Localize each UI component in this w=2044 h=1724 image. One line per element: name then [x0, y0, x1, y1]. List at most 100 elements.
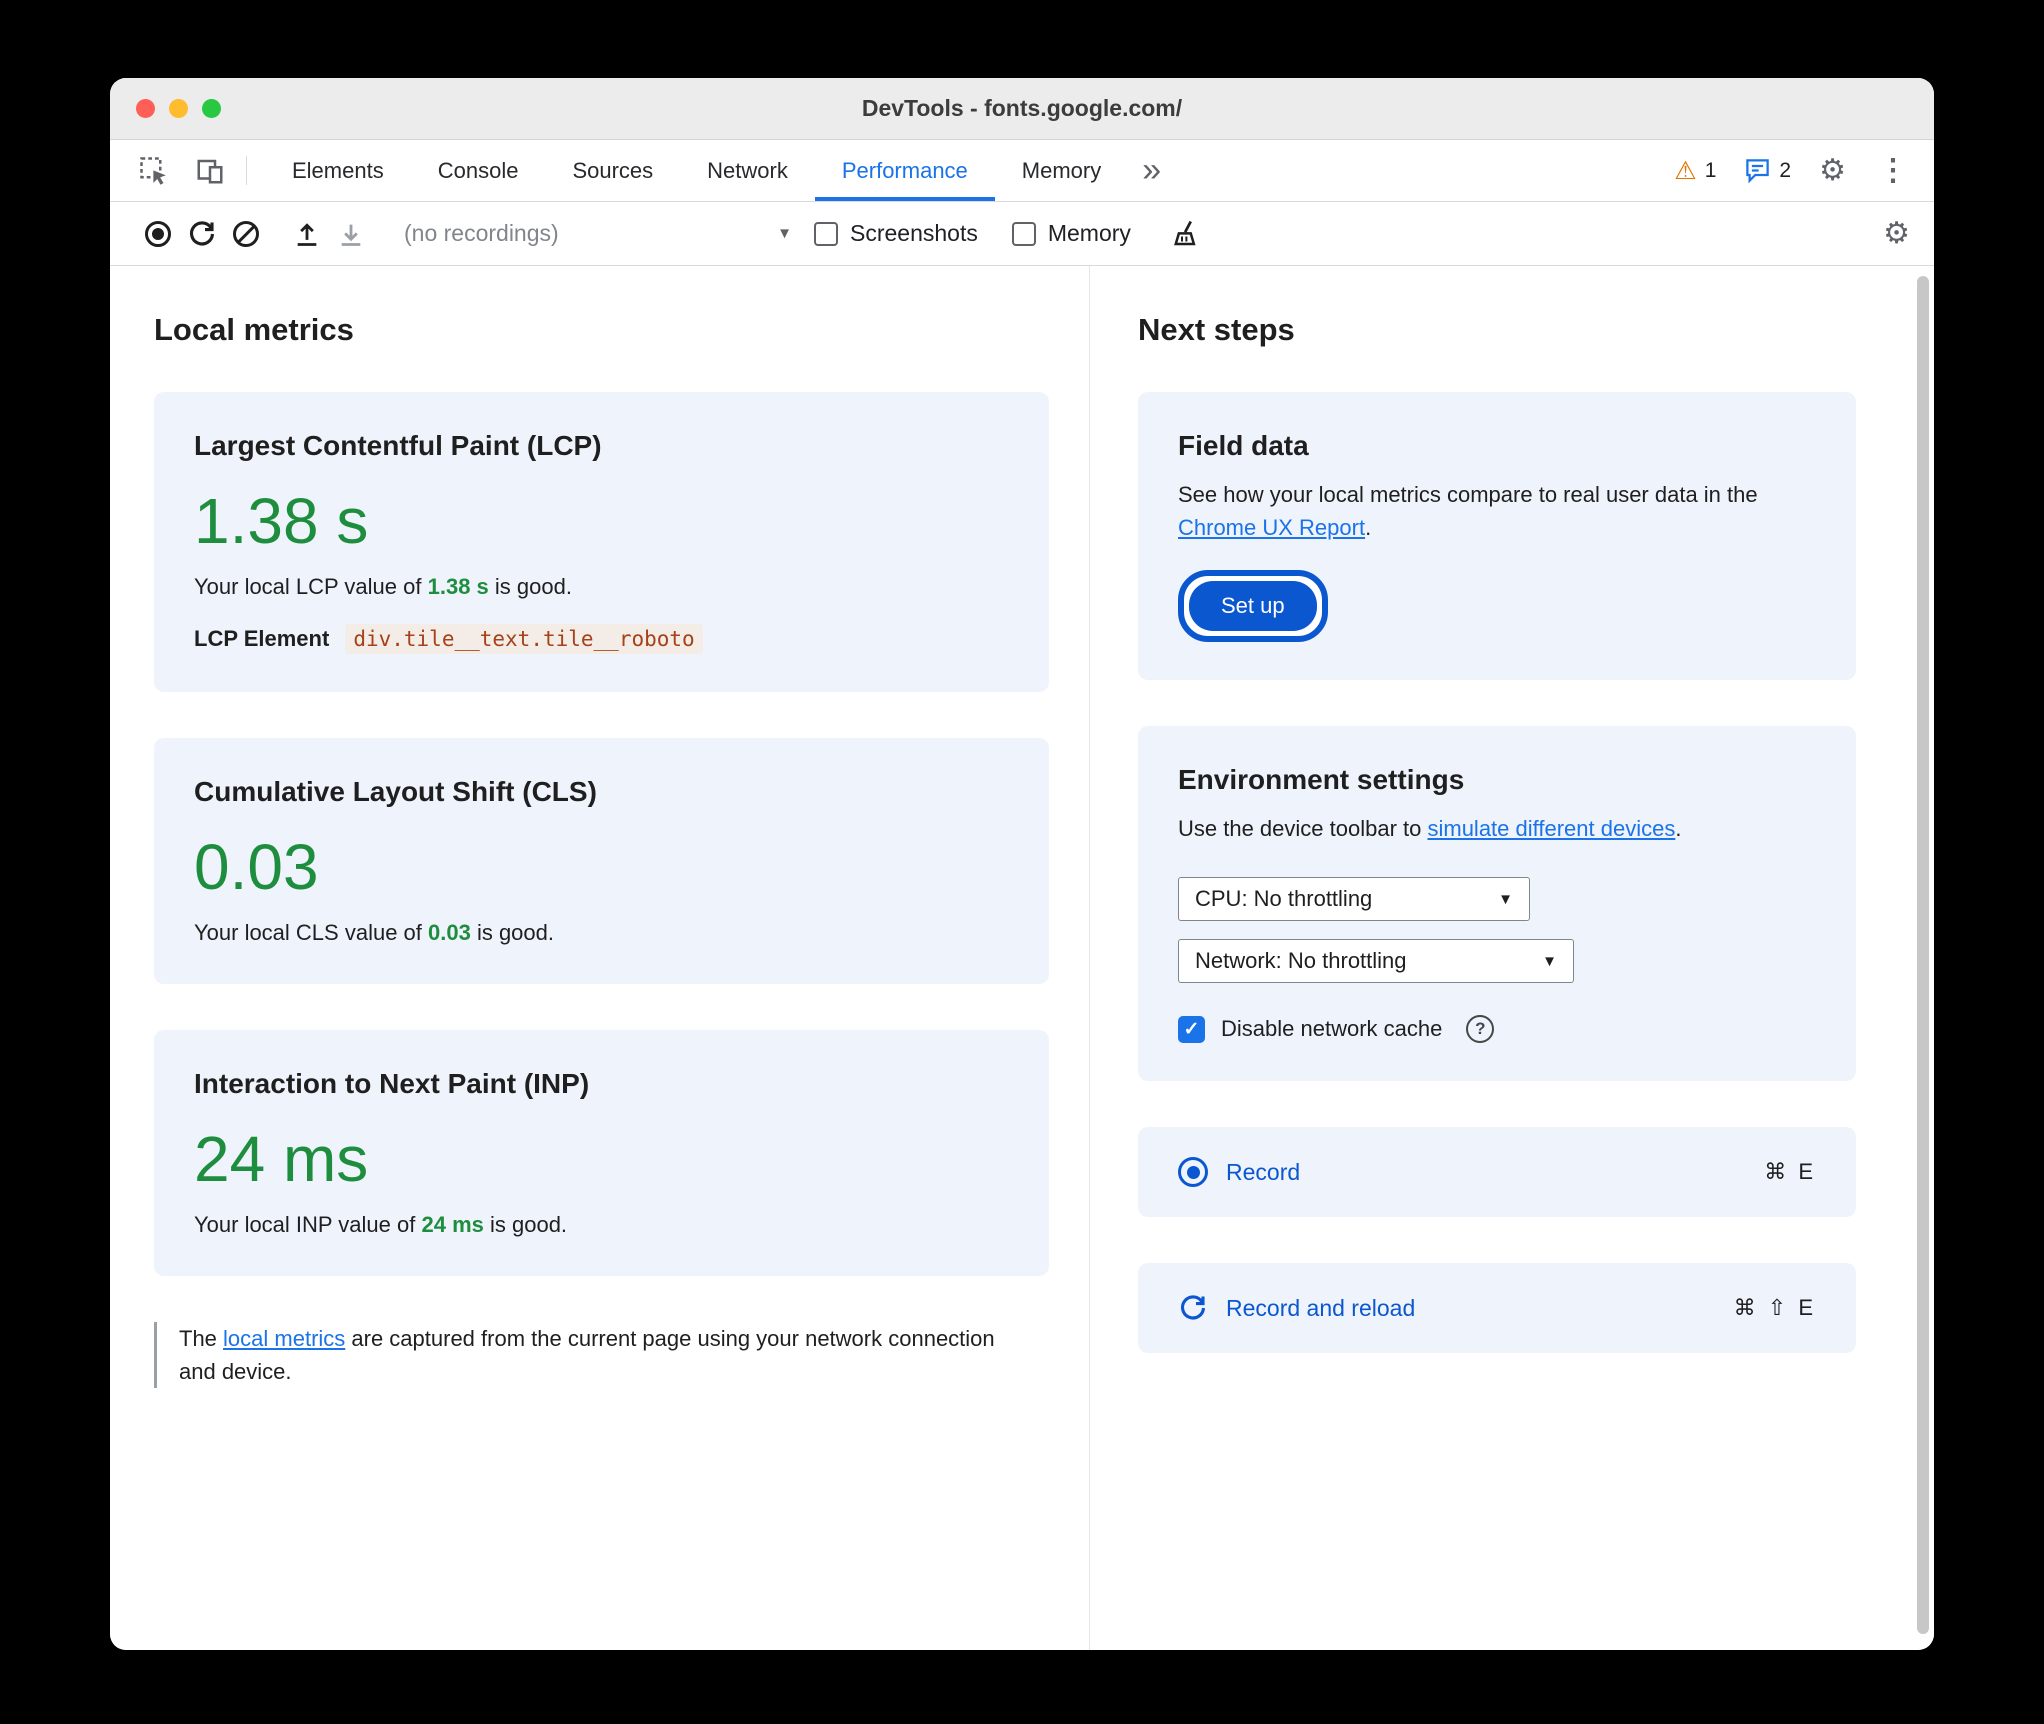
cpu-throttling-value: CPU: No throttling	[1195, 886, 1373, 911]
simulate-devices-link[interactable]: simulate different devices	[1427, 816, 1675, 841]
network-throttling-value: Network: No throttling	[1195, 948, 1407, 973]
recordings-dropdown-label: (no recordings)	[404, 220, 559, 246]
record-button[interactable]	[136, 212, 180, 256]
warning-count: 1	[1704, 158, 1717, 182]
local-metrics-pane: Local metrics Largest Contentful Paint (…	[110, 266, 1090, 1650]
inp-card: Interaction to Next Paint (INP) 24 ms Yo…	[154, 1030, 1049, 1276]
recordings-dropdown[interactable]: (no recordings) ▼	[404, 220, 792, 247]
record-radio-icon	[1178, 1157, 1208, 1187]
lcp-element-row: LCP Element div.tile__text.tile__roboto	[194, 624, 1009, 654]
memory-label: Memory	[1047, 220, 1131, 246]
inspect-cursor-icon	[140, 156, 166, 185]
lcp-element-selector[interactable]: div.tile__text.tile__roboto	[345, 624, 703, 654]
performance-panel-content: Local metrics Largest Contentful Paint (…	[110, 266, 1934, 1650]
close-window-button[interactable]	[136, 99, 155, 118]
record-and-reload-shortcut: ⌘ ⇧ E	[1733, 1295, 1816, 1320]
field-data-text: See how your local metrics compare to re…	[1178, 478, 1816, 544]
cls-desc-prefix: Your local CLS value of	[194, 920, 428, 945]
lcp-value: 1.38 s	[194, 485, 369, 557]
memory-checkbox-box[interactable]	[1011, 221, 1036, 246]
reload-blue-icon	[1178, 1293, 1208, 1323]
tab-memory[interactable]: Memory	[995, 140, 1128, 201]
tab-sources[interactable]: Sources	[545, 140, 680, 201]
screenshots-checkbox-box[interactable]	[814, 221, 838, 246]
record-shortcut: ⌘ E	[1764, 1159, 1816, 1184]
cpu-throttling-select[interactable]: CPU: No throttling ▼	[1178, 877, 1530, 921]
memory-checkbox[interactable]: Memory	[1011, 220, 1131, 247]
dropdown-arrow-icon: ▼	[777, 225, 792, 242]
divider	[246, 156, 247, 185]
more-tabs-icon[interactable]: »	[1128, 140, 1175, 201]
footnote-prefix: The	[179, 1326, 224, 1351]
cls-value: 0.03	[194, 831, 319, 903]
local-metrics-link[interactable]: local metrics	[223, 1326, 345, 1351]
select-arrow-icon: ▼	[1498, 890, 1513, 908]
tab-performance[interactable]: Performance	[815, 140, 995, 201]
environment-settings-card: Environment settings Use the device tool…	[1138, 726, 1856, 1081]
env-text-suffix: .	[1675, 816, 1682, 841]
warning-icon: ⚠	[1674, 156, 1697, 185]
cls-description: Your local CLS value of 0.03 is good.	[194, 920, 1009, 946]
more-options-icon[interactable]: ⋮	[1874, 155, 1912, 186]
cls-desc-value: 0.03	[428, 920, 471, 945]
cls-card: Cumulative Layout Shift (CLS) 0.03 Your …	[154, 738, 1049, 984]
inspect-element-icon[interactable]	[126, 140, 182, 201]
title-bar: DevTools - fonts.google.com/	[110, 78, 1934, 140]
field-data-card: Field data See how your local metrics co…	[1138, 392, 1856, 680]
minimize-window-button[interactable]	[169, 99, 188, 118]
network-throttling-select[interactable]: Network: No throttling ▼	[1178, 939, 1574, 983]
setup-button[interactable]: Set up	[1189, 581, 1317, 631]
help-icon[interactable]: ?	[1466, 1015, 1495, 1043]
record-card[interactable]: Record ⌘ E	[1138, 1127, 1856, 1217]
local-metrics-heading: Local metrics	[154, 312, 354, 347]
inp-value: 24 ms	[194, 1123, 369, 1195]
save-profile-button[interactable]	[329, 212, 373, 256]
lcp-card: Largest Contentful Paint (LCP) 1.38 s Yo…	[154, 392, 1049, 692]
collect-garbage-button[interactable]	[1165, 212, 1209, 256]
collect-garbage-icon	[1174, 220, 1196, 245]
disable-cache-row: ✓ Disable network cache ?	[1178, 1015, 1816, 1043]
load-profile-button[interactable]	[285, 212, 329, 256]
tab-elements[interactable]: Elements	[265, 140, 411, 201]
field-data-title: Field data	[1178, 430, 1309, 461]
download-icon	[341, 224, 361, 246]
settings-gear-icon[interactable]: ⚙	[1819, 155, 1846, 186]
tabbar-right-controls: ⚠ 1 2 ⚙ ⋮	[1674, 140, 1912, 201]
lcp-desc-value: 1.38 s	[427, 574, 489, 599]
lcp-description: Your local LCP value of 1.38 s is good.	[194, 574, 1009, 600]
lcp-desc-suffix: is good.	[488, 574, 572, 599]
crux-report-link[interactable]: Chrome UX Report	[1178, 515, 1365, 540]
disable-cache-checkbox[interactable]: ✓	[1178, 1015, 1205, 1043]
reload-icon	[190, 220, 215, 245]
warnings-indicator[interactable]: ⚠ 1	[1674, 156, 1716, 186]
screenshots-label: Screenshots	[850, 220, 978, 246]
traffic-lights	[136, 99, 221, 118]
record-label: Record	[1226, 1158, 1301, 1185]
lcp-element-label: LCP Element	[194, 626, 330, 651]
record-and-reload-button[interactable]	[180, 212, 224, 256]
clear-button[interactable]	[224, 212, 268, 256]
tab-network[interactable]: Network	[680, 140, 815, 201]
environment-settings-title: Environment settings	[1178, 764, 1465, 795]
local-metrics-footnote: The local metrics are captured from the …	[154, 1322, 1034, 1388]
tab-console[interactable]: Console	[411, 140, 546, 201]
window-title: DevTools - fonts.google.com/	[861, 95, 1183, 121]
inp-desc-suffix: is good.	[483, 1212, 568, 1237]
capture-settings-gear-icon[interactable]: ⚙	[1883, 218, 1910, 249]
issues-indicator[interactable]: 2	[1744, 157, 1791, 184]
zoom-window-button[interactable]	[202, 99, 221, 118]
lcp-desc-prefix: Your local LCP value of	[194, 574, 428, 599]
env-text-prefix: Use the device toolbar to	[1178, 816, 1428, 841]
record-icon	[145, 220, 171, 247]
record-and-reload-card[interactable]: Record and reload ⌘ ⇧ E	[1138, 1263, 1856, 1353]
screenshots-checkbox[interactable]: Screenshots	[814, 220, 978, 247]
setup-button-focus-ring: Set up	[1178, 570, 1328, 642]
lcp-card-title: Largest Contentful Paint (LCP)	[194, 430, 602, 461]
device-toolbar-icon[interactable]	[182, 140, 238, 201]
devtools-tab-bar: Elements Console Sources Network Perform…	[110, 140, 1934, 202]
issues-bubble-icon	[1746, 159, 1770, 184]
select-arrow-icon: ▼	[1542, 952, 1557, 970]
scrollbar[interactable]	[1917, 276, 1929, 1634]
inp-desc-prefix: Your local INP value of	[194, 1212, 422, 1237]
inp-desc-value: 24 ms	[421, 1212, 484, 1237]
